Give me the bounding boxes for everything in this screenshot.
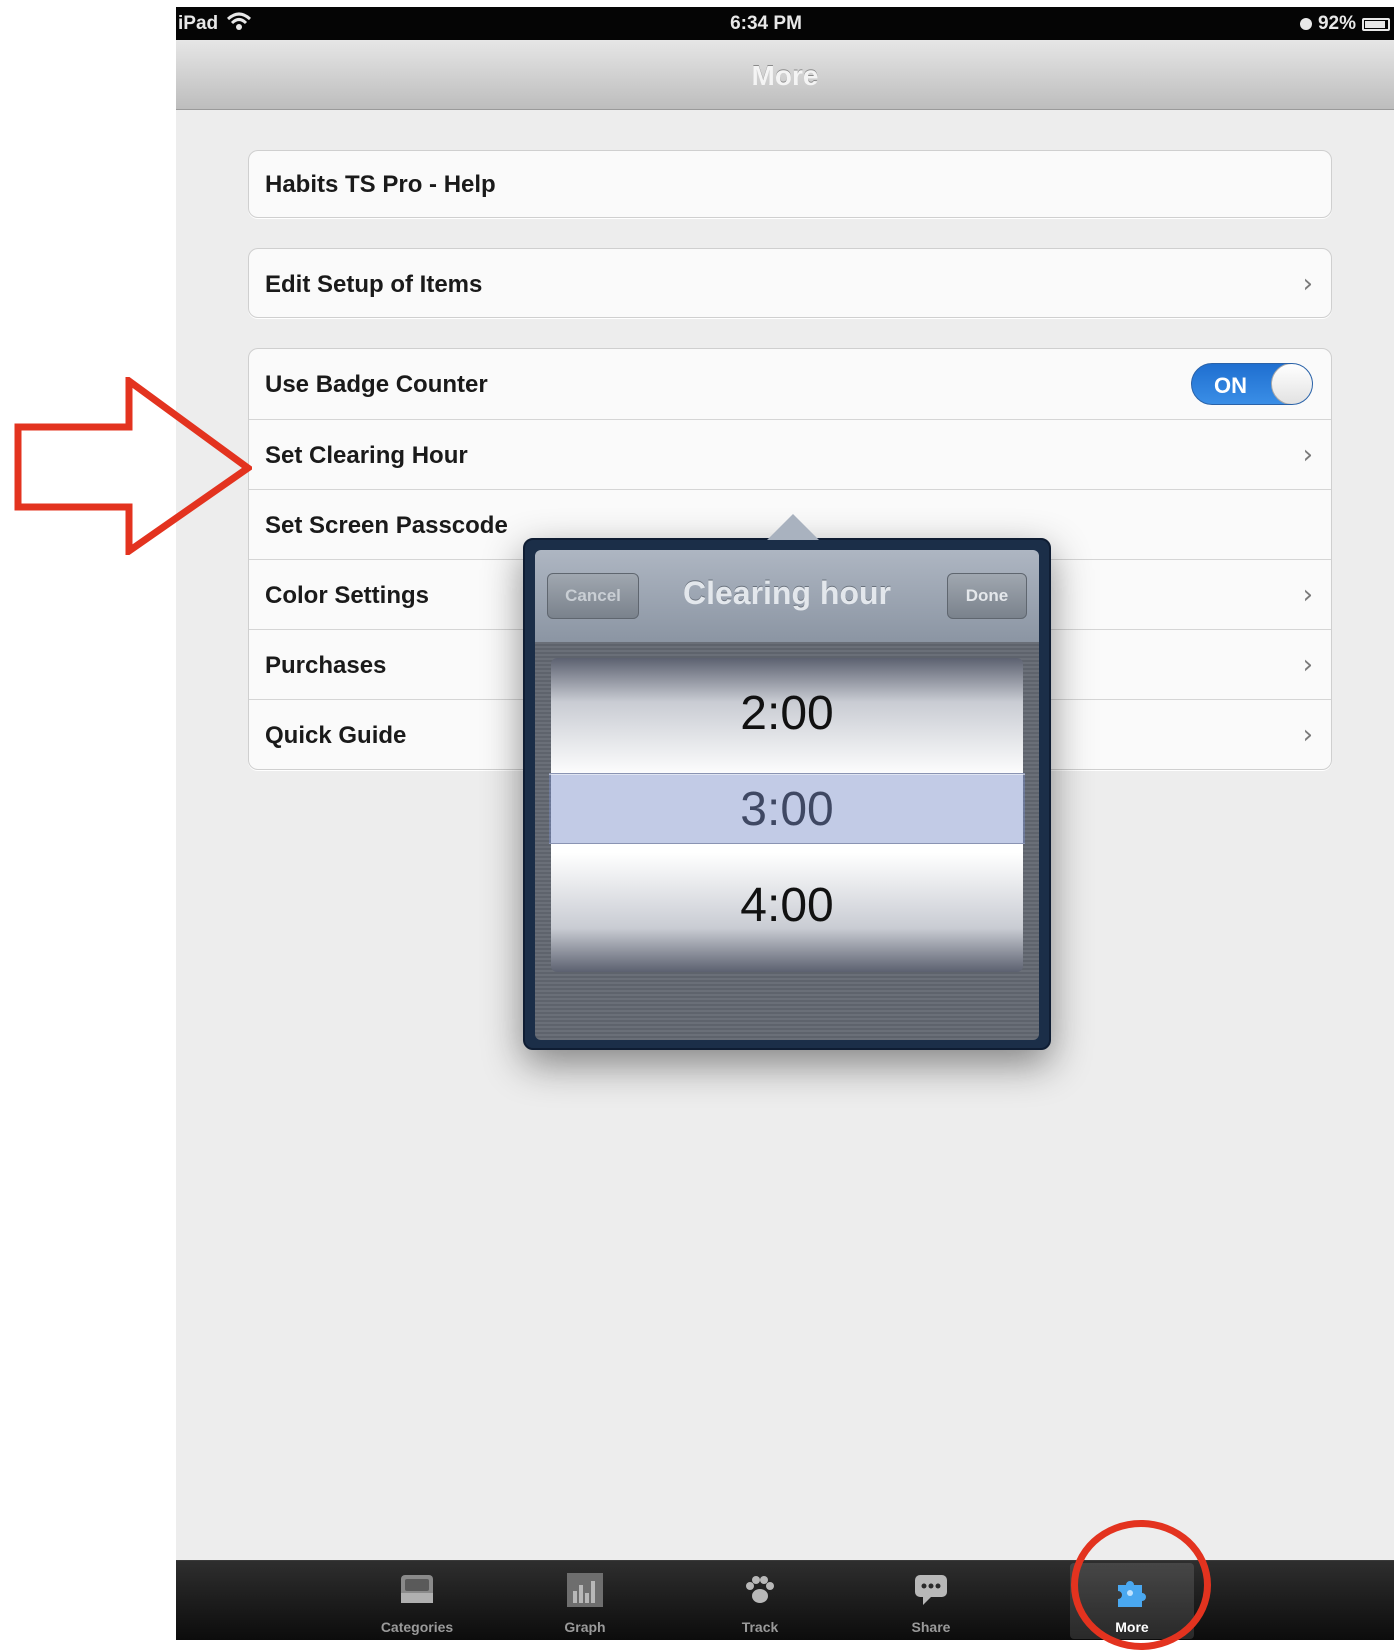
tab-categories[interactable]: Categories [362, 1561, 472, 1640]
tab-label: Share [911, 1619, 951, 1635]
clearing-hour-label: Set Clearing Hour [265, 442, 468, 469]
battery-icon [1362, 17, 1390, 31]
tab-graph[interactable]: Graph [530, 1561, 640, 1640]
picker-selection-indicator [549, 773, 1025, 844]
tab-bar: Categories Graph Track Share More [176, 1560, 1394, 1640]
status-bar: iPad 6:34 PM 92% [176, 7, 1394, 40]
battery-fill [1365, 20, 1385, 28]
hour-picker[interactable]: 2:00 3:00 4:00 [535, 642, 1039, 1040]
quick-guide-label: Quick Guide [265, 722, 407, 749]
annotation-arrow-icon [14, 377, 252, 555]
annotation-circle [1071, 1520, 1211, 1650]
done-button[interactable]: Done [947, 573, 1027, 619]
inbox-tray-icon [401, 1575, 433, 1603]
help-row[interactable]: Habits TS Pro - Help [249, 151, 1331, 217]
tab-label: Track [741, 1619, 779, 1635]
edit-setup-row[interactable]: Edit Setup of Items › [249, 249, 1331, 317]
tab-track[interactable]: Track [705, 1561, 815, 1640]
bar-graph-icon [567, 1573, 603, 1607]
chevron-right-icon: › [1302, 580, 1313, 610]
help-label: Habits TS Pro - Help [265, 171, 496, 198]
chevron-right-icon: › [1302, 440, 1313, 470]
color-settings-label: Color Settings [265, 582, 430, 609]
battery-percent: 92% [1317, 13, 1356, 34]
status-time: 6:34 PM [730, 13, 802, 34]
speech-bubble-icon [915, 1575, 947, 1605]
picker-option[interactable]: 2:00 [551, 666, 1023, 762]
edit-setup-group: Edit Setup of Items › [248, 248, 1332, 318]
page-title: More [751, 60, 819, 91]
tab-label: Categories [380, 1619, 454, 1635]
chevron-right-icon: › [1302, 650, 1313, 680]
paw-print-icon [746, 1576, 774, 1603]
badge-counter-toggle[interactable]: ON [1191, 363, 1313, 405]
edit-setup-label: Edit Setup of Items [265, 271, 483, 298]
status-right: 92% [1299, 13, 1390, 35]
toggle-on-label: ON [1214, 373, 1247, 398]
navigation-bar: More [176, 40, 1394, 110]
picker-option[interactable]: 4:00 [551, 858, 1023, 954]
purchases-label: Purchases [265, 652, 387, 679]
ipad-screen: iPad 6:34 PM 92% More Habits TS Pro - He… [176, 7, 1394, 1640]
chevron-right-icon: › [1302, 269, 1313, 299]
passcode-label: Set Screen Passcode [265, 512, 508, 539]
clearing-hour-row[interactable]: Set Clearing Hour › [249, 419, 1331, 489]
toggle-knob [1271, 364, 1312, 404]
help-group: Habits TS Pro - Help [248, 150, 1332, 218]
popover-toolbar: Cancel Clearing hour Done [535, 550, 1039, 642]
clearing-hour-popover: Cancel Clearing hour Done 2:00 3:00 4:00 [523, 514, 1051, 1050]
badge-counter-label: Use Badge Counter [265, 371, 488, 398]
tab-label: Graph [564, 1619, 606, 1635]
tab-share[interactable]: Share [876, 1561, 986, 1640]
rotation-lock-icon [1299, 18, 1312, 30]
chevron-right-icon: › [1302, 720, 1313, 750]
popover-arrow [767, 514, 819, 540]
badge-counter-row: Use Badge Counter ON [249, 349, 1331, 419]
